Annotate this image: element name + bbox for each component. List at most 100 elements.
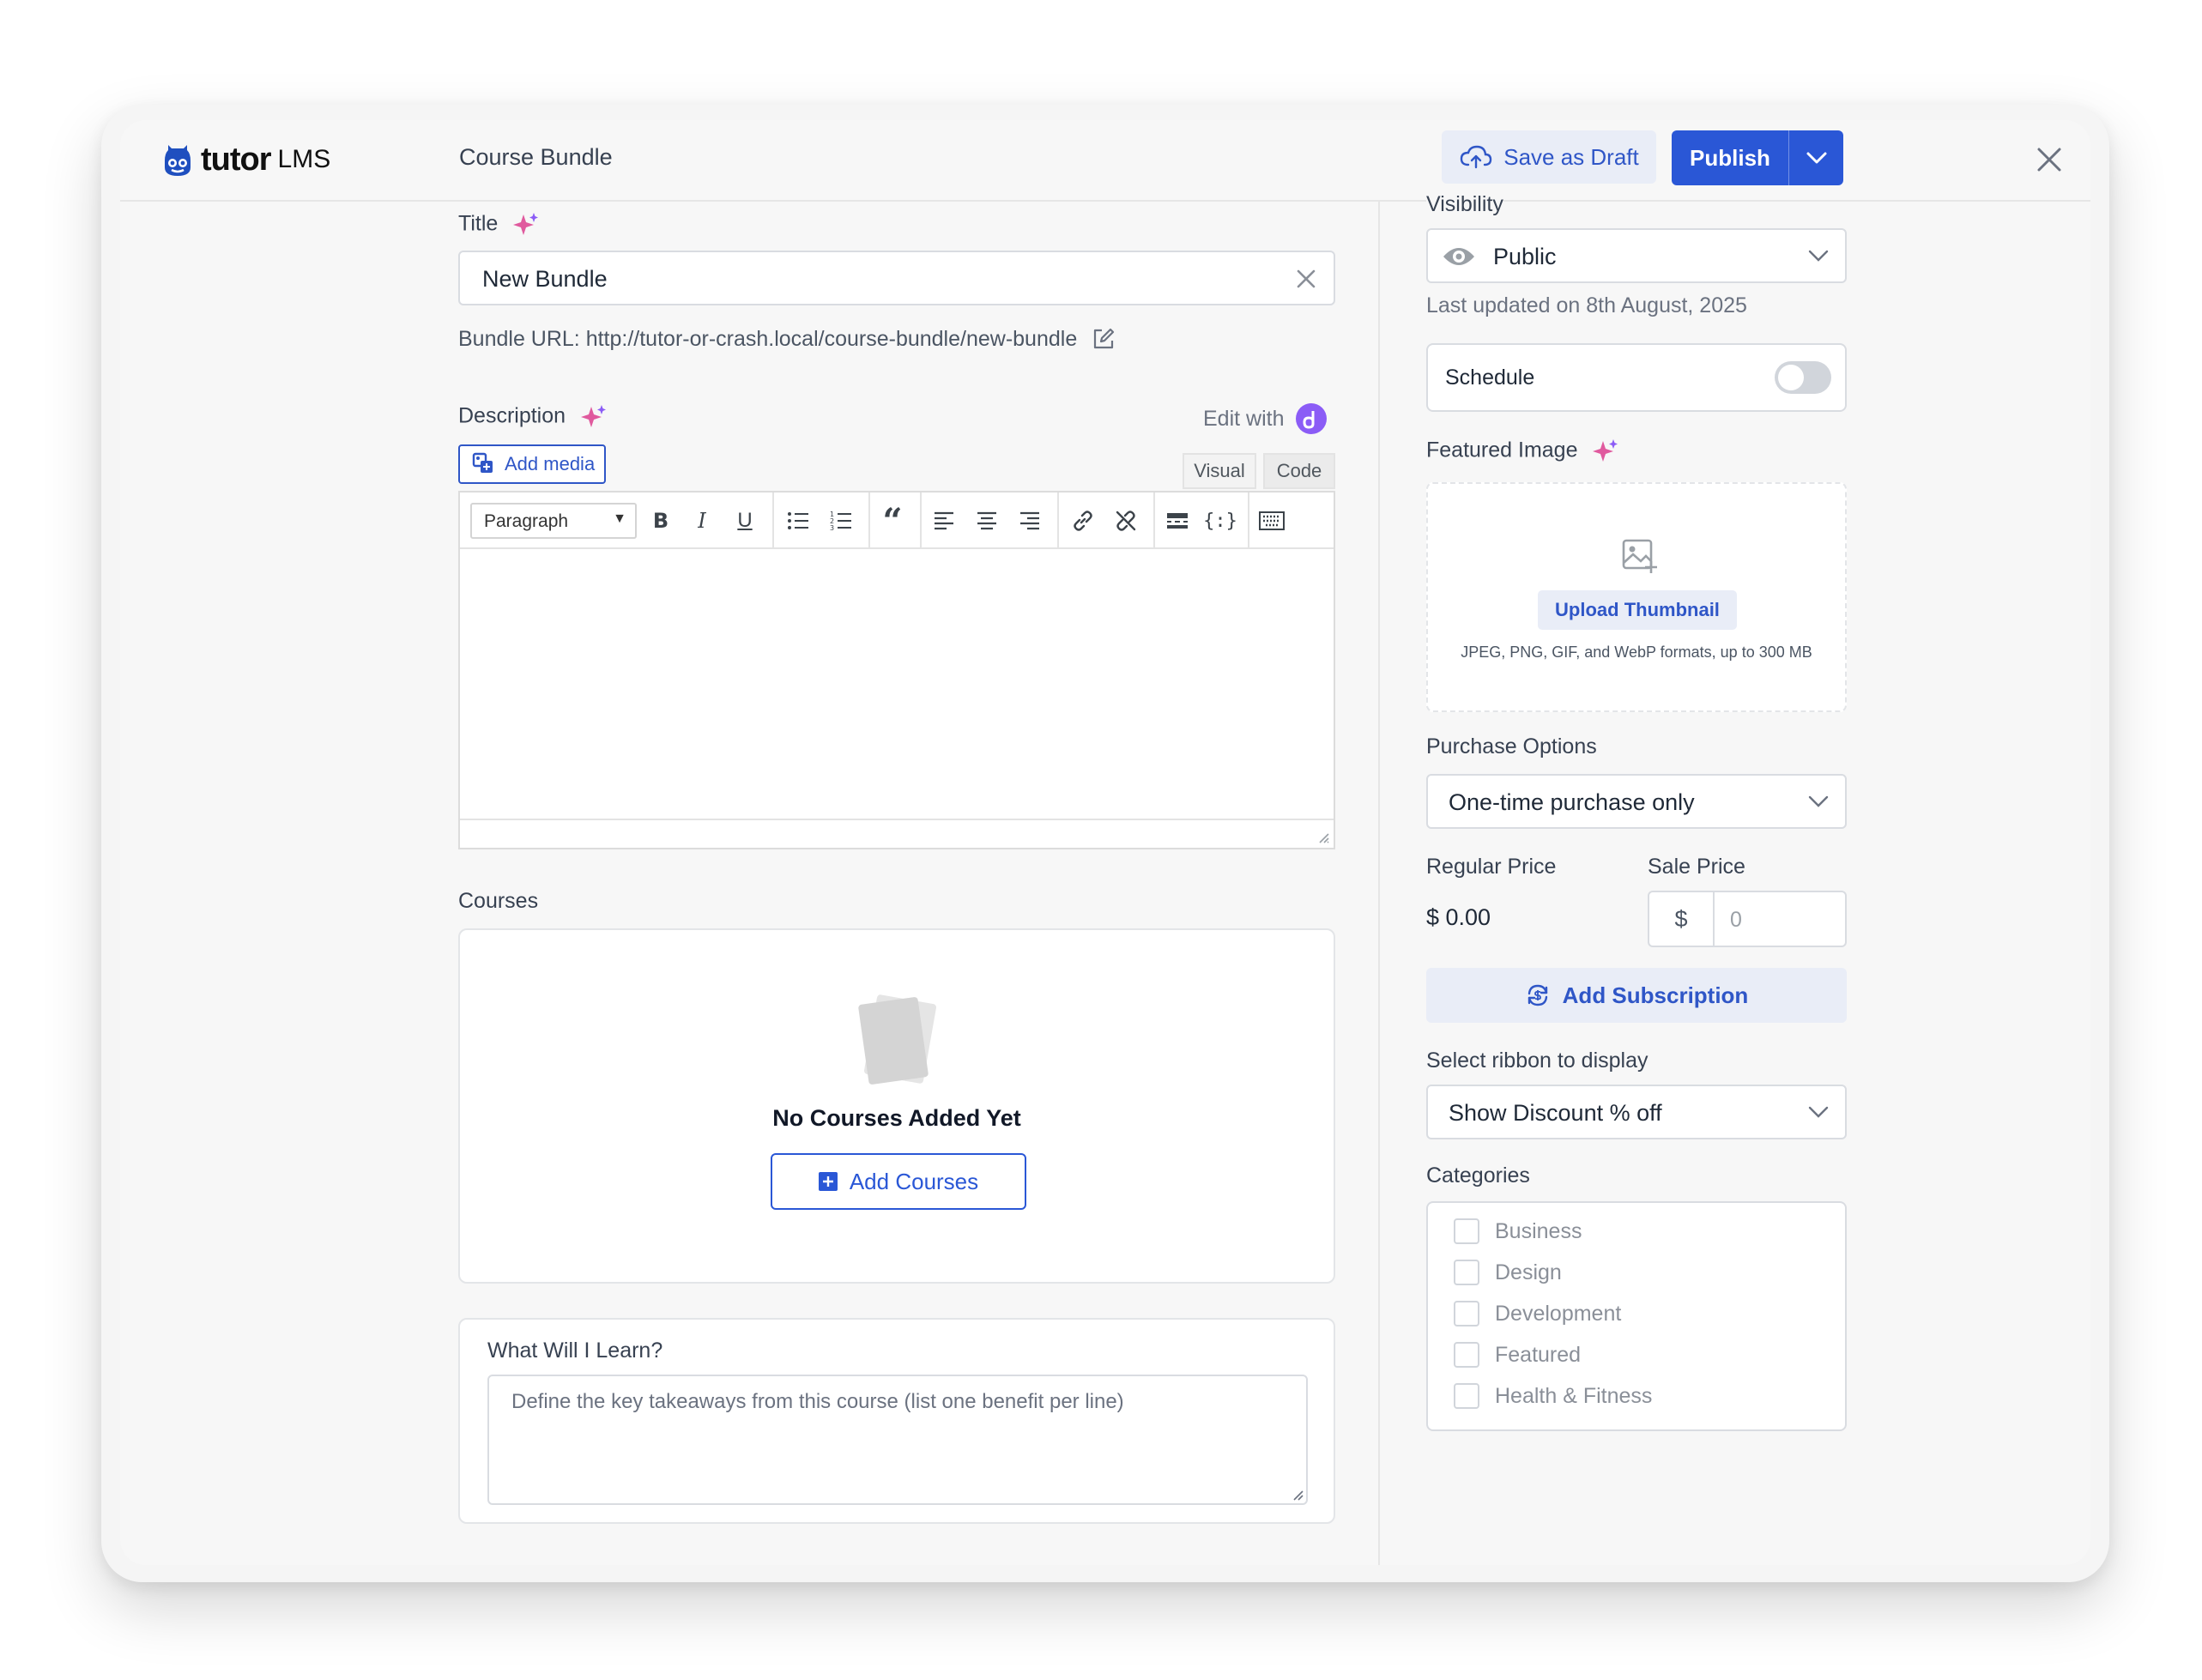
read-more-icon[interactable]	[1160, 505, 1195, 537]
resize-handle-icon[interactable]	[1291, 1488, 1304, 1502]
schedule-toggle[interactable]	[1775, 361, 1831, 394]
chevron-down-icon	[1808, 250, 1829, 262]
visibility-select[interactable]: Public	[1426, 228, 1847, 283]
ai-sparkle-icon[interactable]	[1592, 438, 1619, 465]
bundle-url: Bundle URL: http://tutor-or-crash.local/…	[458, 326, 1116, 352]
brand-name: tutor	[201, 141, 272, 178]
regular-price-label: Regular Price	[1426, 855, 1557, 879]
ai-sparkle-icon[interactable]	[512, 211, 540, 239]
courses-label: Courses	[458, 889, 539, 913]
ribbon-select[interactable]: Show Discount % off	[1426, 1085, 1847, 1139]
publish-button-group: Publish	[1672, 130, 1843, 185]
align-right-icon[interactable]	[1013, 505, 1047, 537]
learn-textarea[interactable]: Define the key takeaways from this cours…	[487, 1375, 1308, 1505]
upload-thumbnail-button[interactable]: Upload Thumbnail	[1538, 590, 1737, 630]
bundle-url-link[interactable]: http://tutor-or-crash.local/course-bundl…	[586, 327, 1078, 352]
toolbar-separator	[772, 493, 774, 549]
underline-icon[interactable]: U	[728, 505, 762, 537]
align-center-icon[interactable]	[970, 505, 1004, 537]
image-add-icon	[1622, 539, 1657, 573]
blockquote-icon[interactable]: “	[875, 501, 910, 541]
save-draft-button[interactable]: Save as Draft	[1442, 130, 1656, 184]
add-media-button[interactable]: Add media	[458, 444, 606, 484]
svg-text:3: 3	[830, 524, 834, 531]
schedule-label: Schedule	[1445, 366, 1535, 390]
currency-prefix: $	[1649, 892, 1715, 946]
edit-with[interactable]: Edit with	[1203, 403, 1328, 434]
editor-status-bar	[460, 819, 1334, 848]
logo: tutor LMS	[163, 136, 330, 184]
ai-sparkle-icon[interactable]	[580, 403, 608, 431]
learn-label: What Will I Learn?	[487, 1339, 663, 1363]
category-checkbox[interactable]	[1454, 1342, 1479, 1368]
purchase-options-select[interactable]: One-time purchase only	[1426, 774, 1847, 829]
edit-icon[interactable]	[1091, 326, 1116, 352]
shortcode-icon[interactable]: {:}	[1203, 505, 1237, 537]
save-draft-label: Save as Draft	[1503, 143, 1639, 170]
close-icon[interactable]	[2032, 142, 2066, 177]
clear-icon[interactable]	[1294, 267, 1318, 291]
italic-icon[interactable]: I	[685, 505, 719, 537]
tab-code[interactable]: Code	[1263, 453, 1335, 489]
numbered-list-icon[interactable]: 123	[824, 505, 858, 537]
resize-handle-icon[interactable]	[1316, 831, 1330, 844]
sale-price-label: Sale Price	[1648, 855, 1745, 879]
plus-square-icon	[818, 1172, 838, 1191]
tutor-logo-icon	[165, 145, 191, 176]
category-item[interactable]: Health & Fitness	[1454, 1383, 1652, 1409]
keyboard-icon[interactable]	[1255, 505, 1289, 537]
align-left-icon[interactable]	[927, 505, 961, 537]
toolbar-separator	[868, 493, 870, 549]
category-item[interactable]: Business	[1454, 1218, 1582, 1244]
divi-logo-icon	[1296, 403, 1328, 434]
category-item[interactable]: Development	[1454, 1301, 1621, 1326]
page-title: Course Bundle	[459, 144, 613, 170]
toolbar-separator	[1248, 493, 1249, 549]
add-subscription-button[interactable]: Add Subscription	[1426, 968, 1847, 1023]
category-item[interactable]: Featured	[1454, 1342, 1581, 1368]
empty-state-text: No Courses Added Yet	[772, 1105, 1021, 1131]
learn-card: What Will I Learn? Define the key takeaw…	[458, 1318, 1335, 1524]
regular-price-value: $ 0.00	[1426, 904, 1491, 930]
publish-options-button[interactable]	[1789, 151, 1843, 165]
chevron-down-icon	[1808, 1106, 1829, 1118]
column-divider	[1378, 202, 1380, 1565]
learn-placeholder: Define the key takeaways from this cours…	[511, 1390, 1124, 1413]
category-checkbox[interactable]	[1454, 1383, 1479, 1409]
app-window: tutor LMS Course Bundle Save as Draft Pu…	[120, 120, 2090, 1565]
tab-visual[interactable]: Visual	[1183, 453, 1256, 489]
featured-image-dropzone[interactable]: Upload Thumbnail JPEG, PNG, GIF, and Web…	[1426, 482, 1847, 712]
toolbar-separator	[1057, 493, 1059, 549]
featured-image-label: Featured Image	[1426, 438, 1619, 465]
description-label: Description	[458, 403, 608, 431]
format-select[interactable]: Paragraph ▼	[470, 503, 637, 539]
sale-price-input[interactable]: $ 0	[1648, 891, 1847, 947]
categories-list: Business Design Development Featured Hea…	[1426, 1201, 1847, 1431]
categories-label: Categories	[1426, 1163, 1530, 1187]
link-icon[interactable]	[1066, 505, 1100, 537]
cloud-upload-icon	[1461, 145, 1492, 169]
add-media-icon	[472, 452, 493, 473]
chevron-down-icon	[1806, 152, 1826, 164]
toolbar-separator	[1153, 493, 1155, 549]
title-input[interactable]: New Bundle	[458, 251, 1335, 305]
bold-icon[interactable]: B	[644, 505, 678, 537]
caret-down-icon: ▼	[613, 511, 626, 526]
subscription-refresh-icon	[1527, 984, 1547, 1006]
toolbar-separator	[920, 493, 922, 549]
add-courses-button[interactable]: Add Courses	[771, 1153, 1026, 1210]
editor-toolbar: Paragraph ▼ B I U 123 “ {:}	[460, 493, 1334, 549]
description-editor: Paragraph ▼ B I U 123 “ {:}	[458, 491, 1335, 849]
bullet-list-icon[interactable]	[781, 505, 815, 537]
category-checkbox[interactable]	[1454, 1301, 1479, 1326]
publish-button[interactable]: Publish	[1672, 145, 1788, 172]
upload-hint: JPEG, PNG, GIF, and WebP formats, up to …	[1461, 644, 1812, 661]
category-checkbox[interactable]	[1454, 1218, 1479, 1244]
category-checkbox[interactable]	[1454, 1260, 1479, 1285]
toggle-knob	[1778, 365, 1804, 390]
category-item[interactable]: Design	[1454, 1260, 1562, 1285]
eye-icon	[1443, 248, 1474, 265]
visibility-label: Visibility	[1426, 192, 1503, 217]
unlink-icon[interactable]	[1109, 505, 1143, 537]
sale-price-placeholder: 0	[1730, 908, 1742, 932]
